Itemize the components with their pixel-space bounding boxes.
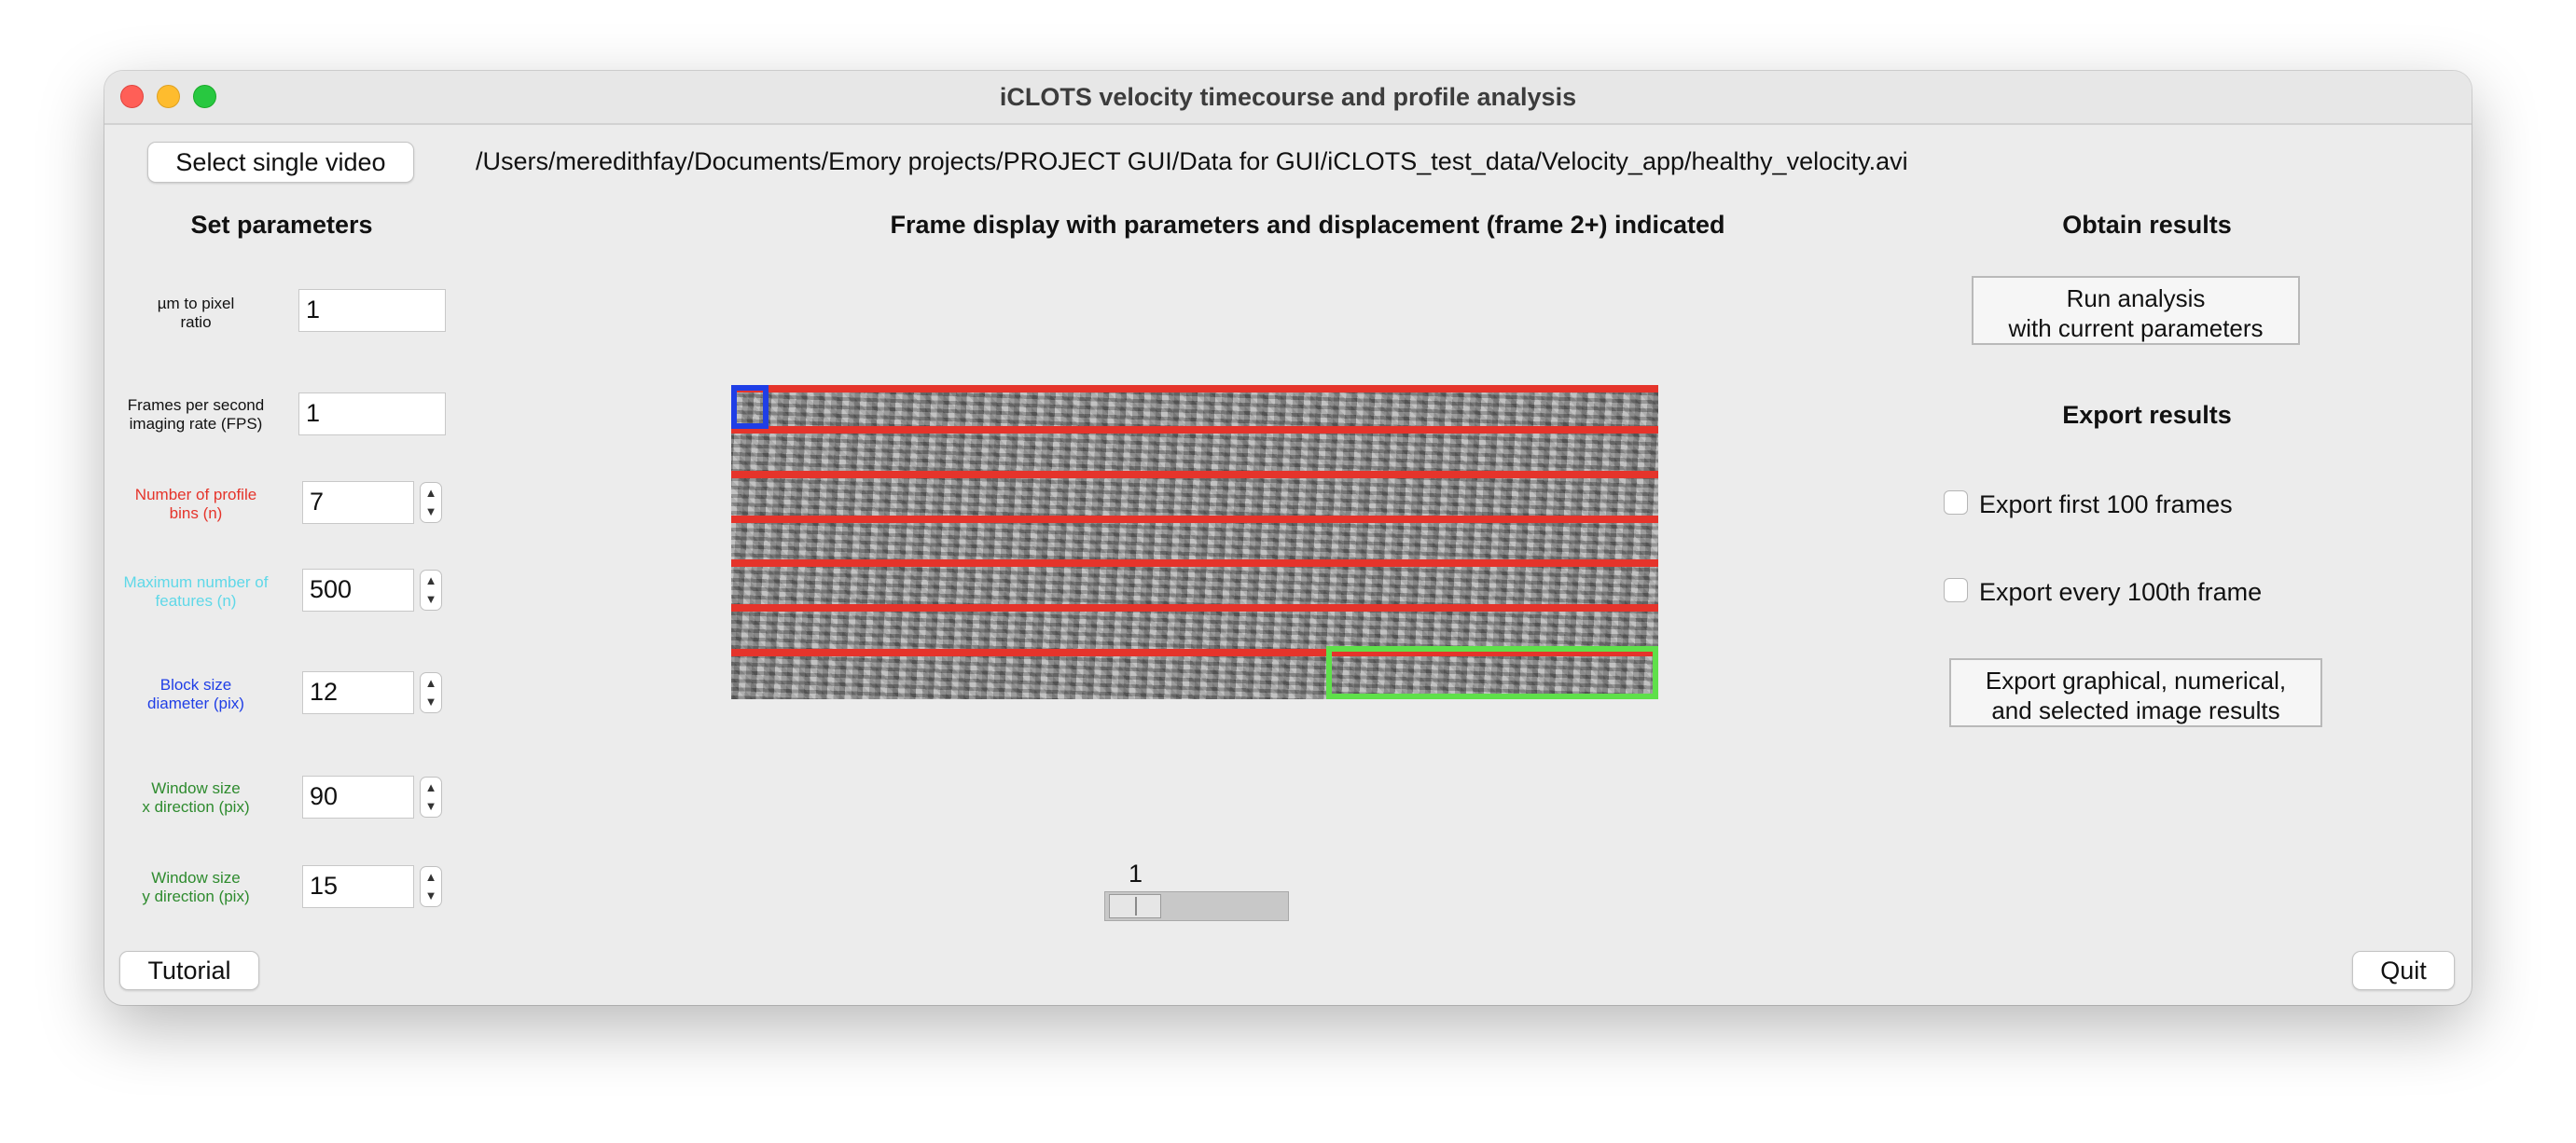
fps-input[interactable]: 1 — [298, 392, 446, 435]
window-y-stepper[interactable]: ▲ ▼ — [420, 866, 442, 907]
frame-display — [731, 385, 1658, 699]
window-y-label: Window size y direction (pix) — [142, 869, 250, 905]
stepper-up-icon[interactable]: ▲ — [421, 674, 441, 693]
window-size-box — [1326, 646, 1658, 699]
tutorial-button[interactable]: Tutorial — [119, 951, 259, 990]
profile-bins-stepper[interactable]: ▲ ▼ — [420, 482, 442, 523]
file-path: /Users/meredithfay/Documents/Emory proje… — [476, 147, 1908, 175]
block-size-box — [731, 385, 769, 429]
export-first-100-checkbox[interactable] — [1944, 490, 1968, 515]
export-every-100th-checkbox[interactable] — [1944, 578, 1968, 602]
stepper-up-icon[interactable]: ▲ — [421, 484, 441, 503]
export-results-button[interactable]: Export graphical, numerical, and selecte… — [1949, 658, 2322, 727]
export-heading: Export results — [2062, 401, 2232, 429]
stepper-up-icon[interactable]: ▲ — [421, 778, 441, 797]
block-size-input[interactable]: 12 — [302, 671, 414, 714]
profile-bin-line — [731, 559, 1658, 567]
results-heading: Obtain results — [2062, 211, 2232, 239]
profile-bin-line — [731, 385, 1658, 392]
window-x-stepper[interactable]: ▲ ▼ — [420, 777, 442, 818]
max-features-label: Maximum number of features (n) — [123, 573, 269, 610]
stepper-up-icon[interactable]: ▲ — [421, 572, 441, 590]
um-pixel-label: µm to pixel ratio — [157, 295, 235, 331]
export-every-100th-label: Export every 100th frame — [1979, 578, 2263, 606]
title-bar: iCLOTS velocity timecourse and profile a… — [104, 71, 2472, 125]
frame-slider-thumb[interactable] — [1109, 894, 1161, 918]
window-x-label: Window size x direction (pix) — [142, 779, 250, 816]
block-size-stepper[interactable]: ▲ ▼ — [420, 672, 442, 713]
profile-bin-line — [731, 426, 1658, 434]
profile-bin-line — [731, 471, 1658, 478]
display-heading: Frame display with parameters and displa… — [890, 211, 1725, 239]
stepper-down-icon[interactable]: ▼ — [421, 887, 441, 905]
fps-label: Frames per second imaging rate (FPS) — [127, 396, 265, 433]
profile-bin-line — [731, 516, 1658, 523]
profile-bins-input[interactable]: 7 — [302, 481, 414, 524]
stepper-down-icon[interactable]: ▼ — [421, 503, 441, 521]
stepper-down-icon[interactable]: ▼ — [421, 693, 441, 711]
profile-bins-label: Number of profile bins (n) — [134, 486, 257, 522]
block-size-label: Block size diameter (pix) — [147, 676, 244, 712]
parameters-heading: Set parameters — [190, 211, 373, 239]
quit-button[interactable]: Quit — [2352, 951, 2455, 990]
run-analysis-button[interactable]: Run analysis with current parameters — [1972, 276, 2300, 345]
select-video-button[interactable]: Select single video — [147, 142, 414, 183]
stepper-down-icon[interactable]: ▼ — [421, 797, 441, 816]
app-window: iCLOTS velocity timecourse and profile a… — [104, 71, 2472, 1005]
export-first-100-label: Export first 100 frames — [1979, 490, 2233, 518]
window-title: iCLOTS velocity timecourse and profile a… — [999, 83, 1577, 111]
stepper-down-icon[interactable]: ▼ — [421, 590, 441, 609]
stepper-up-icon[interactable]: ▲ — [421, 868, 441, 887]
window-x-input[interactable]: 90 — [302, 776, 414, 819]
um-pixel-input[interactable]: 1 — [298, 289, 446, 332]
profile-bin-line — [731, 604, 1658, 612]
frame-slider[interactable] — [1104, 891, 1289, 921]
window-y-input[interactable]: 15 — [302, 865, 414, 908]
frame-slider-value: 1 — [1129, 860, 1143, 888]
max-features-stepper[interactable]: ▲ ▼ — [420, 570, 442, 611]
max-features-input[interactable]: 500 — [302, 569, 414, 612]
